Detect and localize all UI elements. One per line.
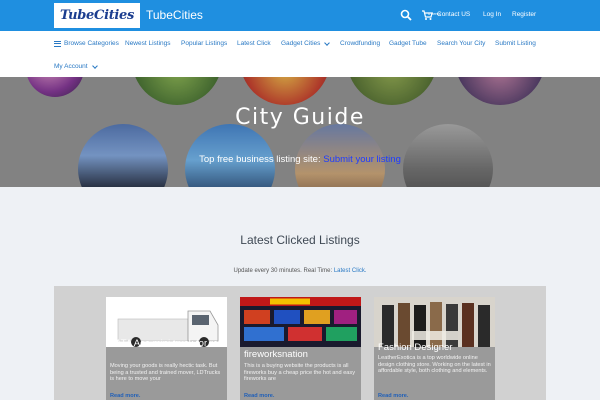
nav-latest-click[interactable]: Latest Click <box>237 40 271 47</box>
listing-card[interactable]: TATA Ace mini truck for rent Moving your… <box>106 297 227 400</box>
search-icon[interactable] <box>400 9 412 21</box>
listing-description: Moving your goods is really hectic task.… <box>110 363 221 382</box>
listing-description: LeatherExotica is a top worldwide online… <box>378 355 491 374</box>
nav-account-label: My Account <box>54 63 88 70</box>
brand-name[interactable]: TubeCities <box>146 8 203 22</box>
chevron-down-icon <box>91 62 98 69</box>
chevron-down-icon <box>324 39 331 46</box>
nav-newest-label: Newest Listings <box>125 40 171 47</box>
nav-latest-click-label: Latest Click <box>237 40 271 47</box>
nav-newest[interactable]: Newest Listings <box>125 40 171 47</box>
site-logo[interactable]: TubeCities <box>54 3 140 28</box>
read-more-link[interactable]: Read more. <box>244 393 274 399</box>
nav-browse-label: Browse Categories <box>64 40 119 47</box>
logo-text: TubeCities <box>59 8 135 23</box>
section-title: Latest Clicked Listings <box>240 233 360 247</box>
contact-link[interactable]: Contact US <box>437 11 470 18</box>
nav-popular[interactable]: Popular Listings <box>181 40 227 47</box>
read-more-link[interactable]: Read more. <box>110 393 140 399</box>
login-link[interactable]: Log In <box>483 11 501 18</box>
section-note: Update every 30 minutes. Real Time: Late… <box>0 268 600 274</box>
nav-submit-listing[interactable]: Submit Listing <box>495 40 536 47</box>
fashion-image <box>374 297 495 347</box>
nav-gadget-tube-label: Gadget Tube <box>389 40 427 47</box>
nav-gadget-cities[interactable]: Gadget Cities <box>281 39 331 47</box>
hero-subtitle: Top free business listing site: Submit y… <box>0 154 600 165</box>
nav-search-city[interactable]: Search Your City <box>437 40 485 47</box>
hero-title: City Guide <box>235 105 365 130</box>
listing-title[interactable]: fireworksnation <box>244 350 308 360</box>
nav-crowdfunding-label: Crowdfunding <box>340 40 381 47</box>
nav-search-city-label: Search Your City <box>437 40 486 47</box>
nav-popular-label: Popular Listings <box>181 40 228 47</box>
listing-title[interactable]: Fashion Designer <box>378 343 452 353</box>
nav-submit-label: Submit Listing <box>495 40 536 47</box>
nav-gadget-cities-label: Gadget Cities <box>281 40 321 47</box>
listing-title[interactable]: TATA Ace mini truck for rent <box>110 339 226 349</box>
latest-click-link[interactable]: Latest Click. <box>334 268 367 274</box>
hero-subtitle-text: Top free business listing site: <box>199 154 321 165</box>
read-more-link[interactable]: Read more. <box>378 393 408 399</box>
fireworks-image <box>240 297 361 347</box>
menu-icon <box>54 40 61 47</box>
nav-browse-categories[interactable]: Browse Categories <box>54 40 119 47</box>
update-note: Update every 30 minutes. Real Time: <box>233 268 333 274</box>
nav-gadget-tube[interactable]: Gadget Tube <box>389 40 427 47</box>
hero-banner: City Guide Top free business listing sit… <box>0 77 600 187</box>
listing-description: This is a buying website the products is… <box>244 363 356 382</box>
top-bar: TubeCities TubeCities 0 items Contact US… <box>0 0 600 31</box>
nav-crowdfunding[interactable]: Crowdfunding <box>340 40 380 47</box>
register-link[interactable]: Register <box>512 11 536 18</box>
submit-listing-link[interactable]: Submit your listing <box>323 154 401 165</box>
nav-my-account[interactable]: My Account <box>54 62 98 70</box>
hero-overlay <box>0 77 600 187</box>
listing-card[interactable]: fireworksnation This is a buying website… <box>240 297 361 400</box>
listing-card[interactable]: Fashion Designer LeatherExotica is a top… <box>374 297 495 400</box>
main-nav: Browse Categories Newest Listings Popula… <box>0 31 600 77</box>
